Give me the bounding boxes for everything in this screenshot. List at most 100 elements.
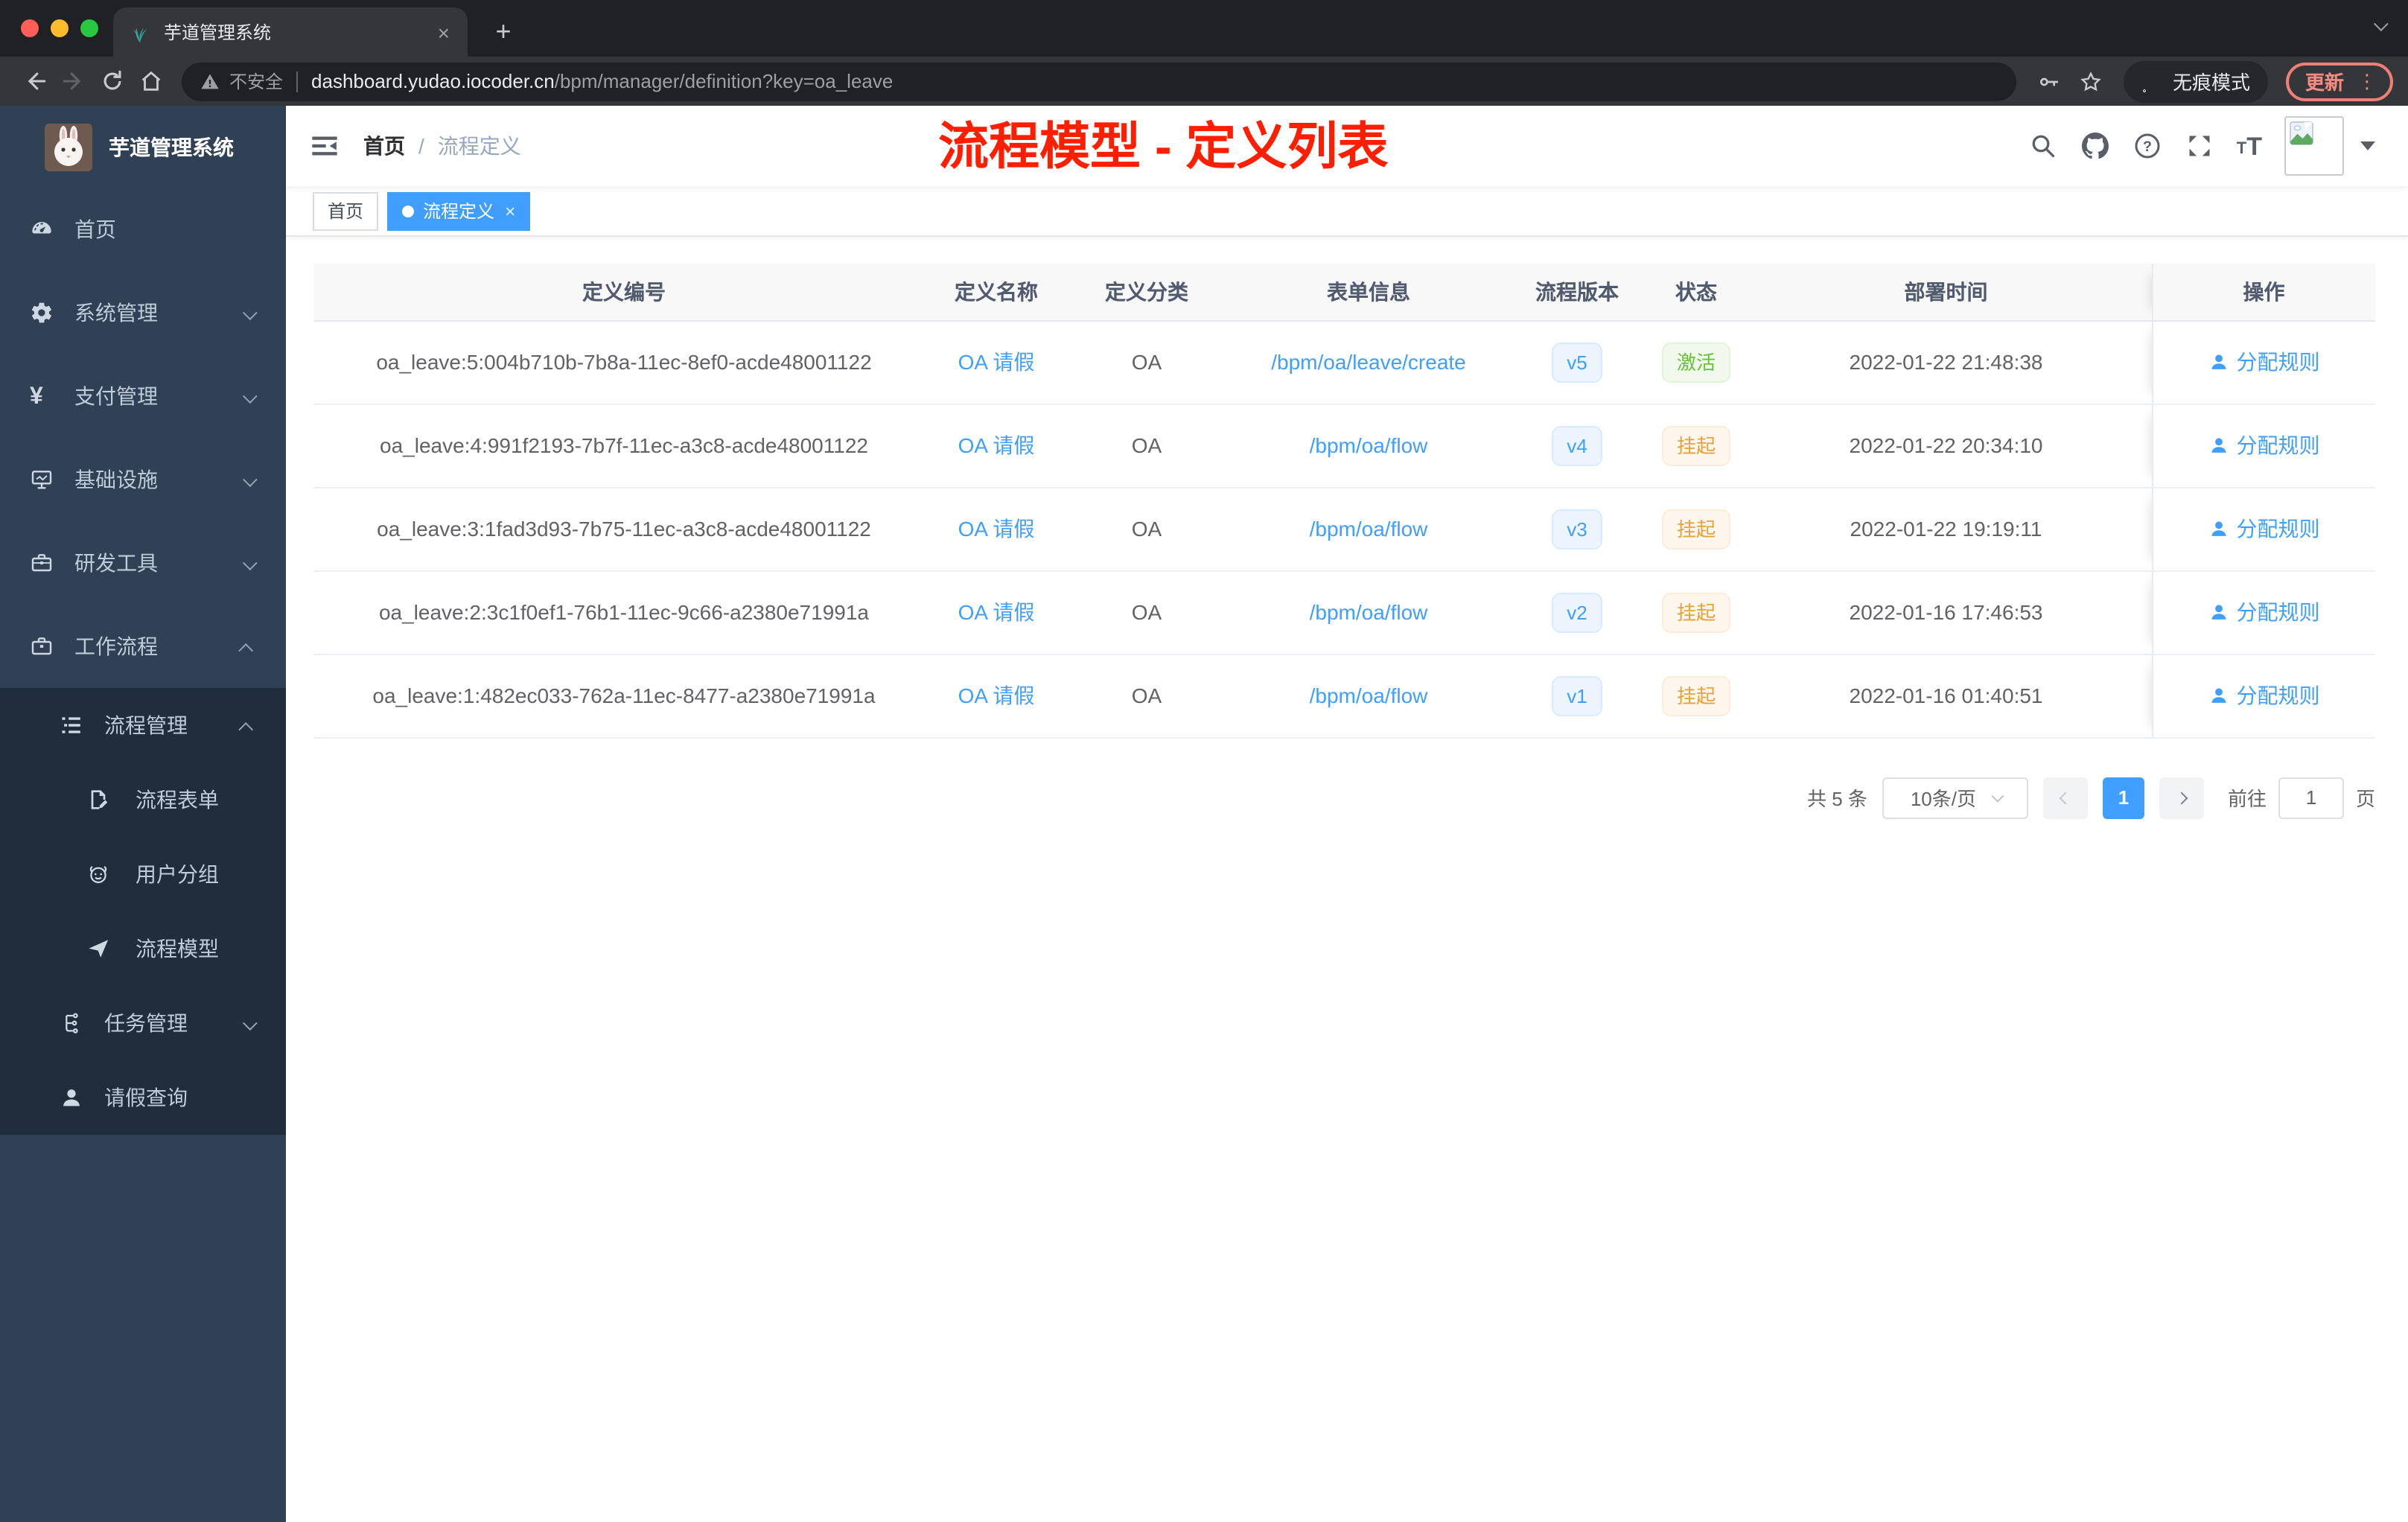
zoom-window-button[interactable] [80, 19, 98, 37]
update-label: 更新 [2305, 71, 2344, 94]
assign-rule-link[interactable]: 分配规则 [2208, 681, 2320, 710]
tag-home[interactable]: 首页 [313, 191, 379, 230]
font-size-icon[interactable]: TT [2237, 133, 2262, 159]
form-link[interactable]: /bpm/oa/flow [1310, 517, 1428, 541]
update-button[interactable]: 更新 ⋮ [2285, 62, 2393, 101]
next-page-button[interactable] [2159, 777, 2204, 818]
assign-rule-label: 分配规则 [2236, 433, 2320, 457]
traffic-lights [21, 19, 98, 37]
form-link[interactable]: /bpm/oa/flow [1310, 600, 1428, 624]
form-link[interactable]: /bpm/oa/flow [1310, 433, 1428, 457]
key-icon[interactable] [2031, 63, 2067, 99]
status-badge-cell: 激活 [1651, 320, 1741, 404]
security-label[interactable]: 不安全 [229, 69, 283, 94]
gear-icon [30, 301, 54, 325]
form-link[interactable]: /bpm/oa/leave/create [1271, 350, 1466, 374]
close-window-button[interactable] [21, 19, 39, 37]
person-icon [2208, 435, 2229, 456]
definition-name-link[interactable]: OA 请假 [958, 600, 1035, 624]
definition-name-link-cell: OA 请假 [934, 570, 1059, 655]
sidebar-item-payment-management[interactable]: ¥ 支付管理 [0, 354, 286, 438]
chevron-up-icon [238, 713, 254, 737]
assign-rule-link-cell: 分配规则 [2151, 654, 2375, 738]
chevron-down-icon [242, 468, 258, 491]
assign-rule-link[interactable]: 分配规则 [2208, 430, 2320, 460]
version-badge: v4 [1552, 425, 1602, 465]
github-icon[interactable] [2080, 131, 2110, 161]
deploy-time: 2022-01-22 21:48:38 [1849, 350, 2043, 374]
sidebar-item-home[interactable]: 首页 [0, 188, 286, 271]
browser-tab[interactable]: 芋道管理系统 × [113, 7, 468, 57]
prev-page-button[interactable] [2042, 777, 2088, 818]
deploy-time: 2022-01-22 19:19:11 [1850, 517, 2042, 541]
tag-process-definition[interactable]: 流程定义 × [387, 191, 531, 230]
sidebar-item-workflow[interactable]: 工作流程 [0, 605, 286, 688]
page-size-select[interactable]: 10条/页 [1882, 777, 2028, 818]
chevron-down-icon [242, 301, 258, 325]
version-badge-cell: v2 [1503, 570, 1651, 655]
home-icon[interactable] [131, 62, 170, 101]
chevron-down-icon [242, 384, 258, 408]
breadcrumb-home[interactable]: 首页 [363, 131, 405, 161]
back-icon[interactable] [15, 62, 54, 101]
table-row: oa_leave:5:004b710b-7b8a-11ec-8ef0-acde4… [314, 320, 2375, 404]
goto-page-input[interactable] [2278, 777, 2344, 818]
browser-menu-kebab-icon[interactable]: ⋮ [2357, 69, 2377, 93]
status-badge: 挂起 [1661, 509, 1730, 549]
form-link-cell: /bpm/oa/flow [1235, 654, 1503, 738]
tab-favicon-plant-icon [128, 20, 152, 44]
version-badge-cell: v3 [1503, 487, 1651, 571]
goto-suffix: 页 [2355, 788, 2375, 810]
assign-rule-link[interactable]: 分配规则 [2208, 597, 2320, 627]
sidebar-item-process-form[interactable]: 流程表单 [0, 762, 286, 837]
tab-search-chevron-icon[interactable] [2373, 12, 2389, 39]
new-tab-button[interactable]: + [485, 13, 521, 49]
page-number-button[interactable]: 1 [2102, 777, 2144, 818]
definition-name-link[interactable]: OA 请假 [958, 684, 1035, 707]
forward-icon[interactable] [54, 62, 92, 101]
reload-icon[interactable] [92, 62, 131, 101]
sidebar-item-user-group[interactable]: 用户分组 [0, 837, 286, 911]
form-link-cell: /bpm/oa/flow [1235, 570, 1503, 655]
assign-rule-link-cell: 分配规则 [2151, 487, 2375, 571]
main-area: 流程模型 - 定义列表 首页 / 流程定义 ? TT 首页 流程定义 × 定义编… [286, 106, 2408, 1522]
definition-id: oa_leave:3:1fad3d93-7b75-11ec-a3c8-acde4… [377, 517, 871, 541]
sidebar-item-infrastructure[interactable]: 基础设施 [0, 438, 286, 521]
definition-name-link[interactable]: OA 请假 [958, 517, 1035, 541]
sidebar-item-leave-query[interactable]: 请假查询 [0, 1060, 286, 1135]
status-badge-cell: 挂起 [1651, 654, 1741, 738]
sidebar-item-system-management[interactable]: 系统管理 [0, 271, 286, 354]
briefcase-icon [30, 634, 54, 658]
status-badge: 挂起 [1661, 425, 1730, 465]
search-icon[interactable] [2028, 131, 2058, 161]
sidebar-item-process-management[interactable]: 流程管理 [0, 688, 286, 762]
status-badge: 激活 [1661, 342, 1730, 382]
tag-close-icon[interactable]: × [505, 200, 515, 221]
assign-rule-link[interactable]: 分配规则 [2208, 514, 2320, 544]
fullscreen-icon[interactable] [2185, 131, 2214, 161]
bookmark-star-icon[interactable] [2073, 63, 2109, 99]
collapse-sidebar-icon[interactable] [310, 131, 340, 161]
form-link[interactable]: /bpm/oa/flow [1310, 684, 1428, 707]
assign-rule-link[interactable]: 分配规则 [2208, 347, 2320, 377]
tag-process-definition-label: 流程定义 [423, 201, 495, 222]
tab-close-icon[interactable]: × [435, 20, 453, 44]
definition-name-link[interactable]: OA 请假 [958, 433, 1035, 457]
sidebar-item-process-model[interactable]: 流程模型 [0, 911, 286, 986]
column-header: 操作 [2151, 264, 2375, 321]
page-size-value: 10条/页 [1910, 788, 1976, 810]
sidebar-item-dev-tools[interactable]: 研发工具 [0, 521, 286, 605]
breadcrumb-separator: / [418, 134, 424, 158]
status-badge: 挂起 [1661, 592, 1730, 632]
sidebar-item-label: 用户分组 [136, 862, 219, 886]
definition-category-cell: OA [1059, 487, 1235, 571]
help-icon[interactable]: ? [2133, 131, 2162, 161]
navbar-actions: ? TT [2028, 116, 2375, 176]
avatar[interactable] [2284, 116, 2344, 176]
definition-name-link[interactable]: OA 请假 [958, 350, 1035, 374]
definition-table: 定义编号 定义名称 定义分类 表单信息 流程版本 状态 部署时间 操作 oa_leave:5:… [314, 264, 2375, 738]
address-bar[interactable]: 不安全 dashboard.yudao.iocoder.cn/bpm/manag… [182, 62, 2016, 101]
minimize-window-button[interactable] [51, 19, 69, 37]
sidebar-item-task-management[interactable]: 任务管理 [0, 986, 286, 1060]
avatar-caret-icon[interactable] [2360, 141, 2375, 150]
